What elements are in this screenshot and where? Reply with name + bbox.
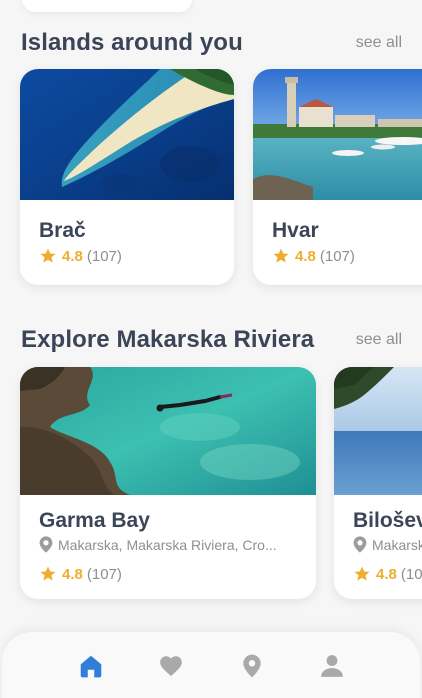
islands-see-all-link[interactable]: see all [356,34,402,52]
place-rating: 4.8 (107) [39,565,122,583]
riviera-section-title: Explore Makarska Riviera [21,326,315,353]
island-name: Brač [39,219,86,242]
location-pin-icon [353,536,367,553]
place-location: Makarska, Makarska Riviera, Cro... [353,536,422,553]
place-location-text: Makarska, Makarska Riviera, Cro... [58,536,277,553]
rating-count: (107) [86,247,122,265]
star-icon [354,566,370,581]
islands-carousel[interactable]: Brač 4.8 (107) Hvar 4.8 (107) [0,69,422,289]
bottom-nav-bar [2,632,420,698]
nav-map-button[interactable] [239,653,265,679]
profile-icon [321,655,343,677]
map-pin-icon [243,654,261,678]
previous-card-edge [22,0,192,12]
star-icon [40,248,56,263]
place-name: Biloševac [353,509,422,532]
island-rating: 4.8 (107) [272,247,355,265]
island-image-hvar [253,69,422,200]
islands-section-title: Islands around you [21,29,243,56]
place-location-text: Makarska, Makarska Riviera, Cro... [372,536,422,553]
rating-count: (107) [319,247,355,265]
app-screen: Islands around you see all Brač 4.8 (107… [0,0,422,698]
rating-score: 4.8 [62,565,83,583]
place-name: Garma Bay [39,509,150,532]
heart-icon [160,656,182,677]
island-card-brac[interactable]: Brač 4.8 (107) [20,69,234,285]
island-rating: 4.8 (107) [39,247,122,265]
nav-favorites-button[interactable] [158,653,184,679]
rating-count: (107) [86,565,122,583]
place-card-bilosevac[interactable]: Biloševac Makarska, Makarska Riviera, Cr… [334,367,422,599]
riviera-carousel[interactable]: Garma Bay Makarska, Makarska Riviera, Cr… [0,367,422,603]
rating-score: 4.8 [62,247,83,265]
island-image-brac [20,69,234,200]
home-icon [80,655,102,678]
star-icon [273,248,289,263]
location-pin-icon [39,536,53,553]
rating-score: 4.8 [376,565,397,583]
rating-count: (107) [400,565,422,583]
place-image-garma-bay [20,367,316,495]
islands-section-header: Islands around you see all [21,29,402,57]
riviera-section-header: Explore Makarska Riviera see all [21,326,402,354]
place-location: Makarska, Makarska Riviera, Cro... [39,536,277,553]
place-image-bilosevac [334,367,422,495]
island-name: Hvar [272,219,319,242]
riviera-see-all-link[interactable]: see all [356,331,402,349]
nav-profile-button[interactable] [319,653,345,679]
rating-score: 4.8 [295,247,316,265]
star-icon [40,566,56,581]
nav-home-button[interactable] [78,653,104,679]
island-card-hvar[interactable]: Hvar 4.8 (107) [253,69,422,285]
place-card-garma-bay[interactable]: Garma Bay Makarska, Makarska Riviera, Cr… [20,367,316,599]
place-rating: 4.8 (107) [353,565,422,583]
